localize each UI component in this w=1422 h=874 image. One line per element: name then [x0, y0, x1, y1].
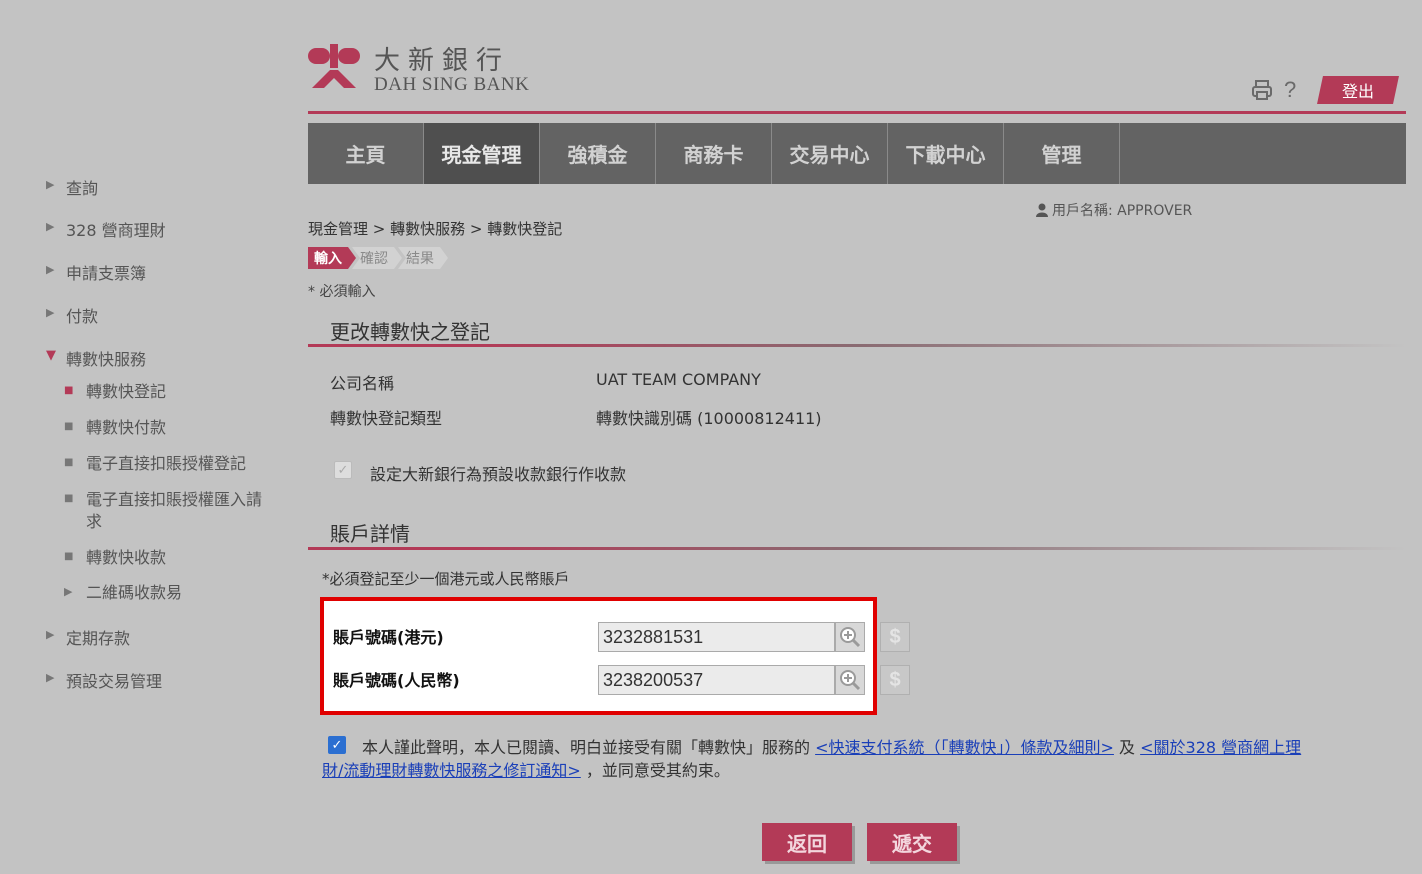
help-icon[interactable]: ?	[1284, 77, 1296, 103]
nav-item-mpf[interactable]: 強積金	[540, 123, 656, 184]
square-bullet-icon: ■	[64, 385, 74, 396]
account-highlight-box	[320, 597, 877, 715]
square-bullet-icon: ■	[64, 551, 74, 562]
nav-item-home[interactable]: 主頁	[308, 123, 424, 184]
chevron-right-icon: ▶	[46, 671, 55, 684]
sidebar-subitem-label: 轉數快登記	[86, 382, 167, 401]
sidebar-item-label: 定期存款	[66, 629, 131, 648]
chevron-down-icon: ▼	[46, 348, 56, 363]
step-result: 結果	[398, 247, 448, 269]
rmb-account-input[interactable]: 3238200537	[598, 665, 835, 695]
nav-item-admin[interactable]: 管理	[1004, 123, 1120, 184]
rmb-account-label: 賬戶號碼(人民幣)	[333, 671, 460, 690]
default-bank-checkbox: ✓	[334, 461, 352, 479]
company-name-label: 公司名稱	[330, 374, 395, 393]
chevron-right-icon: ▶	[46, 306, 55, 319]
dollar-icon[interactable]: $	[880, 622, 910, 652]
hkd-account-lookup-button[interactable]	[835, 622, 865, 652]
chevron-right-icon: ▶	[46, 178, 55, 191]
sidebar-item-preset-transactions[interactable]: ▶ 預設交易管理	[46, 668, 162, 692]
sidebar-item-label: 查詢	[66, 179, 99, 198]
square-bullet-icon: ■	[64, 421, 74, 432]
hkd-account-input[interactable]: 3232881531	[598, 622, 835, 652]
sidebar-subitem-fps-payment[interactable]: ■ 轉數快付款	[64, 417, 294, 439]
header-divider	[308, 111, 1406, 114]
nav-item-download-centre[interactable]: 下載中心	[888, 123, 1004, 184]
sidebar-item-fps-services[interactable]: ▼ 轉數快服務	[46, 346, 146, 370]
sidebar-subitem-edda-registration[interactable]: ■ 電子直接扣賬授權登記	[64, 453, 294, 475]
sidebar-item-label: 328 營商理財	[66, 221, 166, 240]
print-icon[interactable]	[1250, 78, 1274, 102]
sidebar-item-payment[interactable]: ▶ 付款	[46, 303, 98, 327]
company-name-value: UAT TEAM COMPANY	[596, 370, 761, 389]
header-tools: ? 登出	[1250, 76, 1400, 104]
default-bank-label: 設定大新銀行為預設收款銀行作收款	[370, 465, 627, 484]
chevron-right-icon: ▶	[64, 585, 73, 598]
progress-steps: 輸入 確認 結果	[308, 247, 444, 269]
main-nav: 主頁 現金管理 強積金 商務卡 交易中心 下載中心 管理	[308, 123, 1406, 184]
sidebar-subitem-label: 轉數快收款	[86, 548, 167, 567]
nav-item-cash-management[interactable]: 現金管理	[424, 123, 540, 184]
sidebar-subitem-label: 電子直接扣賬授權登記	[86, 454, 247, 473]
sidebar-subitem-label: 二維碼收款易	[86, 583, 183, 602]
sidebar-subitem-qr-collection[interactable]: ▶ 二維碼收款易	[64, 582, 294, 604]
sidebar-subitem-edda-request[interactable]: ■ 電子直接扣賬授權匯入請求	[64, 489, 294, 533]
nav-item-business-card[interactable]: 商務卡	[656, 123, 772, 184]
username-display: 用戶名稱: APPROVER	[1036, 200, 1192, 220]
registration-type-label: 轉數快登記類型	[330, 409, 443, 428]
sidebar-item-label: 預設交易管理	[66, 672, 163, 691]
fps-terms-link[interactable]: <快速支付系統（「轉數快」）條款及細則>	[815, 738, 1114, 757]
breadcrumb: 現金管理 > 轉數快服務 > 轉數快登記	[308, 220, 563, 238]
bank-name-cn: 大新銀行	[374, 46, 511, 76]
chevron-right-icon: ▶	[46, 628, 55, 641]
account-requirement-note: *必須登記至少一個港元或人民幣賬戶	[322, 570, 570, 588]
sidebar-item-time-deposit[interactable]: ▶ 定期存款	[46, 625, 130, 649]
zoom-in-icon	[840, 627, 861, 648]
sidebar-subitem-fps-collection[interactable]: ■ 轉數快收款	[64, 547, 294, 569]
agreement-checkbox[interactable]: ✓	[328, 736, 346, 754]
nav-item-transaction-centre[interactable]: 交易中心	[772, 123, 888, 184]
sidebar-item-label: 申請支票簿	[66, 264, 147, 283]
user-icon	[1036, 203, 1048, 217]
registration-type-value: 轉數快識別碼 (10000812411)	[596, 409, 822, 428]
section-title-fps-registration: 更改轉數快之登記	[330, 320, 490, 344]
back-button[interactable]: 返回	[762, 823, 852, 861]
rmb-account-lookup-button[interactable]	[835, 665, 865, 695]
step-confirm: 確認	[352, 247, 402, 269]
agreement-suffix: ，並同意受其約束。	[585, 761, 730, 780]
chevron-right-icon: ▶	[46, 263, 55, 276]
sidebar-item-label: 付款	[66, 307, 99, 326]
agreement-mid: 及	[1119, 738, 1141, 757]
sidebar-item-label: 轉數快服務	[66, 350, 147, 369]
square-bullet-icon: ■	[64, 493, 74, 504]
sidebar-item-328-banking[interactable]: ▶ 328 營商理財	[46, 217, 166, 241]
step-input: 輸入	[308, 247, 356, 269]
sidebar-subitem-label: 轉數快付款	[86, 418, 167, 437]
square-bullet-icon: ■	[64, 457, 74, 468]
section-divider	[308, 344, 1406, 347]
logout-button[interactable]: 登出	[1317, 76, 1400, 104]
section-title-account-details: 賬戶詳情	[330, 522, 410, 546]
sidebar-subitem-fps-registration[interactable]: ■ 轉數快登記	[64, 381, 294, 403]
required-note: * 必須輸入	[308, 284, 376, 300]
zoom-in-icon	[840, 670, 861, 691]
agreement-prefix: 本人謹此聲明，本人已閱讀、明白並接受有關「轉數快」服務的	[362, 738, 811, 757]
hkd-account-label: 賬戶號碼(港元)	[333, 628, 444, 647]
sidebar-item-enquiry[interactable]: ▶ 查詢	[46, 175, 98, 199]
section-divider	[308, 547, 1406, 550]
submit-button[interactable]: 遞交	[867, 823, 957, 861]
dollar-icon[interactable]: $	[880, 665, 910, 695]
logout-label: 登出	[1342, 82, 1375, 101]
dah-sing-logo-icon	[308, 44, 360, 88]
bank-name-en: DAH SING BANK	[374, 74, 530, 95]
sidebar-item-cheque-book[interactable]: ▶ 申請支票簿	[46, 260, 146, 284]
chevron-right-icon: ▶	[46, 220, 55, 233]
sidebar-subitem-label: 電子直接扣賬授權匯入請求	[86, 490, 263, 531]
username-label: 用戶名稱: APPROVER	[1052, 203, 1193, 219]
bank-logo: 大新銀行 DAH SING BANK	[306, 40, 566, 100]
agreement-text: 本人謹此聲明，本人已閱讀、明白並接受有關「轉數快」服務的 <快速支付系統（「轉數…	[322, 736, 1322, 782]
